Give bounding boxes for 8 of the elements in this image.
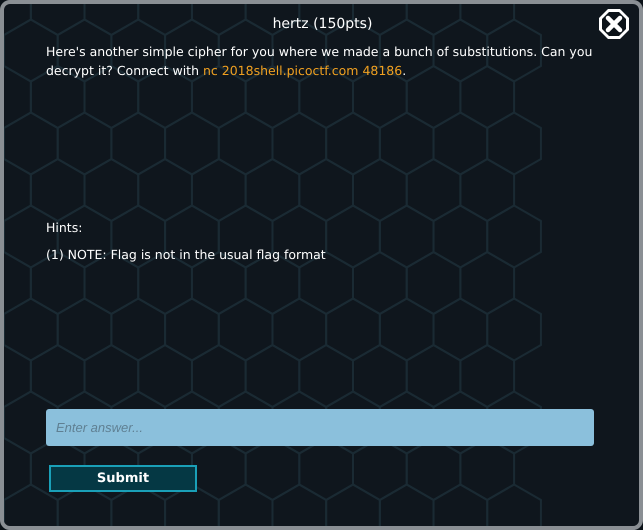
answer-field[interactable]: Enter answer... xyxy=(46,409,594,446)
submit-button[interactable]: Submit xyxy=(49,465,197,492)
challenge-description: Here's another simple cipher for you where we made a bunch of substitutions. Can you decrypt it? Connect with nc 2018shell.picoctf.com 48186. xyxy=(46,43,594,80)
hints-label: Hints: xyxy=(46,220,84,235)
close-icon[interactable] xyxy=(598,8,630,40)
connection-link[interactable]: nc 2018shell.picoctf.com 48186 xyxy=(202,63,402,78)
hint-text: (1) NOTE: Flag is not in the usual flag format xyxy=(46,247,327,262)
dialog-title: hertz (150pts) xyxy=(272,16,374,32)
